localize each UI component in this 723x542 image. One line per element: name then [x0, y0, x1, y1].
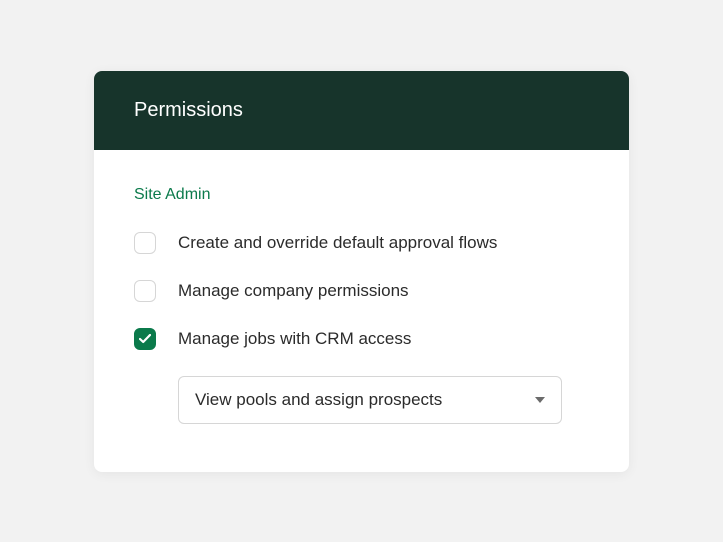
section-title: Site Admin — [134, 186, 589, 204]
permission-row-company-permissions: Manage company permissions — [134, 280, 589, 302]
permission-row-crm-access: Manage jobs with CRM access — [134, 328, 589, 350]
check-icon — [139, 334, 151, 344]
permissions-card: Permissions Site Admin Create and overri… — [94, 71, 629, 472]
permission-label: Create and override default approval flo… — [178, 233, 497, 253]
chevron-down-icon — [535, 397, 545, 403]
card-header: Permissions — [94, 71, 629, 150]
crm-access-select[interactable]: View pools and assign prospects — [178, 376, 562, 424]
checkbox-company-permissions[interactable] — [134, 280, 156, 302]
permission-label: Manage jobs with CRM access — [178, 329, 411, 349]
card-title: Permissions — [134, 99, 243, 121]
permission-label: Manage company permissions — [178, 281, 409, 301]
checkbox-approval-flows[interactable] — [134, 232, 156, 254]
permission-row-approval-flows: Create and override default approval flo… — [134, 232, 589, 254]
crm-select-wrap: View pools and assign prospects — [178, 376, 589, 424]
checkbox-crm-access[interactable] — [134, 328, 156, 350]
card-body: Site Admin Create and override default a… — [94, 150, 629, 472]
select-value: View pools and assign prospects — [195, 390, 442, 410]
